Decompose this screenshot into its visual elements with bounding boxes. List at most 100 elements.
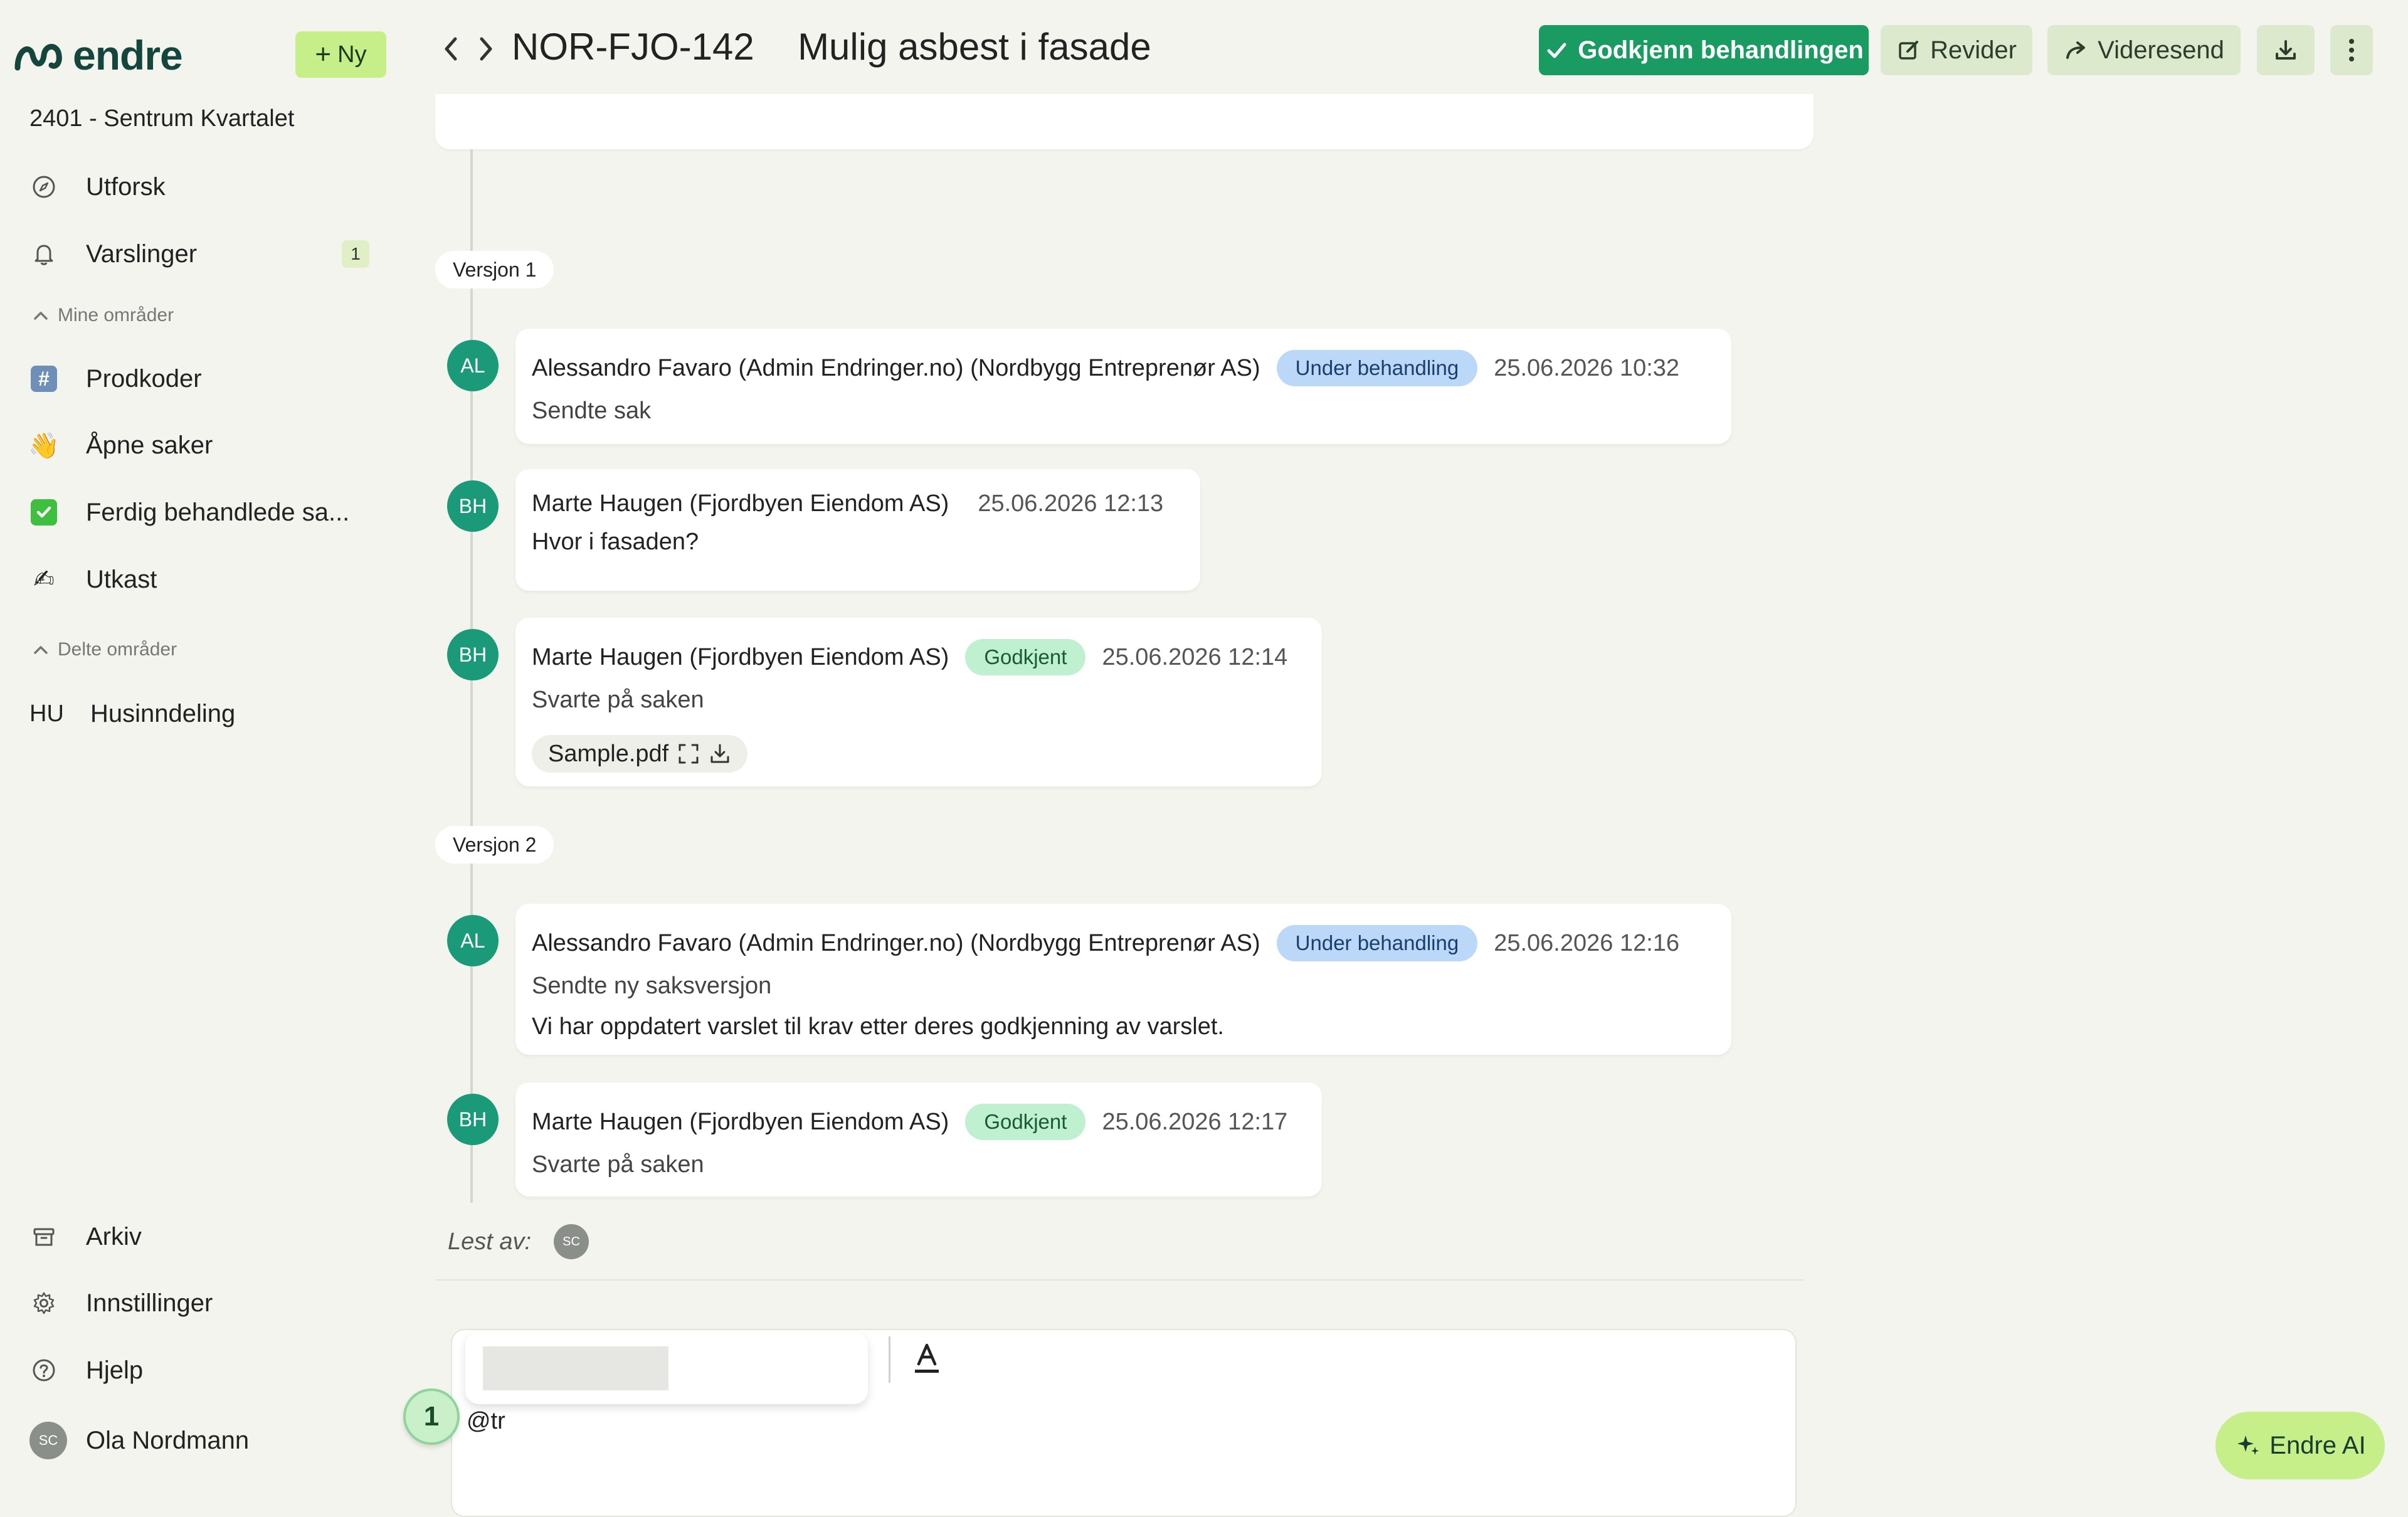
message-time: 25.06.2026 12:13	[978, 490, 1164, 517]
mention-suggestion-placeholder[interactable]	[483, 1346, 668, 1390]
endre-ai-button[interactable]: Endre AI	[2215, 1412, 2385, 1479]
attachment-chip[interactable]: Sample.pdf	[532, 735, 748, 773]
sidebar-item-settings[interactable]: Innstillinger	[29, 1278, 381, 1328]
message-subtitle: Sendte sak	[532, 398, 652, 424]
sidebar-item-explore[interactable]: Utforsk	[29, 162, 381, 212]
sidebar-item-completed-cases[interactable]: Ferdig behandlede sa...	[29, 487, 381, 537]
message-text: Hvor i fasaden?	[532, 529, 699, 555]
more-options-button[interactable]	[2330, 25, 2373, 75]
new-button[interactable]: + Ny	[295, 31, 386, 78]
chevron-up-icon	[34, 646, 48, 654]
read-by-label: Lest av:	[448, 1228, 532, 1255]
status-badge: Under behandling	[1276, 925, 1478, 961]
toolbar-separator	[889, 1336, 890, 1383]
attachment-name: Sample.pdf	[548, 740, 669, 767]
message-author: Marte Haugen (Fjordbyen Eiendom AS)	[532, 490, 949, 517]
version-label-1: Versjon 1	[435, 251, 554, 288]
back-arrow-icon[interactable]	[439, 30, 462, 76]
status-badge: Godkjent	[965, 1104, 1086, 1140]
check-box-icon	[29, 498, 58, 527]
forward-button[interactable]: Videresend	[2047, 25, 2241, 75]
brand-logo[interactable]: endre	[14, 31, 183, 79]
expand-icon[interactable]	[677, 743, 700, 765]
sidebar-item-archive[interactable]: Arkiv	[29, 1212, 381, 1262]
sidebar-user-profile[interactable]: SC Ola Nordmann	[29, 1415, 381, 1466]
section-label: Delte områder	[58, 639, 177, 660]
new-button-label: Ny	[337, 41, 367, 68]
timeline-message: Marte Haugen (Fjordbyen Eiendom AS) Godk…	[515, 618, 1322, 786]
download-icon	[2276, 40, 2296, 60]
section-my-areas[interactable]: Mine områder	[31, 305, 174, 326]
sidebar-item-label: Prodkoder	[86, 364, 202, 393]
sidebar-item-drafts[interactable]: ✍ Utkast	[29, 554, 381, 605]
compass-icon	[29, 172, 58, 201]
sidebar-item-label: Innstillinger	[86, 1289, 213, 1317]
writing-hand-icon: ✍	[33, 566, 55, 593]
kebab-menu-icon	[2349, 39, 2354, 61]
check-icon	[1547, 43, 1566, 58]
avatar: AL	[447, 915, 499, 966]
revise-button[interactable]: Revider	[1881, 25, 2032, 75]
endre-logo-icon	[14, 44, 62, 71]
edit-icon	[1899, 41, 1919, 60]
sidebar-item-husinndeling[interactable]: HU Husinndeling	[29, 689, 381, 739]
message-author: Alessandro Favaro (Admin Endringer.no) (…	[532, 929, 1260, 956]
composer-input[interactable]: @tr	[467, 1408, 505, 1435]
case-id: NOR-FJO-142	[512, 26, 754, 68]
gear-icon	[29, 1289, 58, 1318]
sidebar-item-notifications[interactable]: Varslinger	[29, 229, 381, 279]
sparkle-icon	[2237, 1435, 2259, 1455]
text-format-icon[interactable]	[911, 1339, 943, 1379]
read-by: Lest av: SC	[448, 1224, 589, 1259]
sidebar-item-label: Åpne saker	[86, 431, 213, 459]
message-time: 25.06.2026 12:14	[1102, 643, 1288, 670]
message-author: Marte Haugen (Fjordbyen Eiendom AS)	[532, 1108, 949, 1135]
sidebar-item-label: Ferdig behandlede sa...	[86, 498, 350, 526]
message-time: 25.06.2026 12:16	[1494, 929, 1680, 956]
message-text: Vi har oppdatert varslet til krav etter …	[532, 1013, 1224, 1040]
sidebar-item-prodkoder[interactable]: # Prodkoder	[29, 354, 381, 404]
sidebar-item-label: Hjelp	[86, 1356, 144, 1384]
bell-icon	[29, 240, 58, 268]
sidebar-item-label: Husinndeling	[90, 699, 236, 727]
hash-icon: #	[29, 364, 58, 393]
approve-button[interactable]: Godkjenn behandlingen	[1539, 25, 1869, 75]
status-badge: Godkjent	[965, 639, 1086, 675]
message-author: Marte Haugen (Fjordbyen Eiendom AS)	[532, 643, 949, 670]
version-label-2: Versjon 2	[435, 826, 554, 864]
previous-message-card	[435, 94, 1814, 149]
timeline-message: Marte Haugen (Fjordbyen Eiendom AS) Godk…	[515, 1082, 1322, 1197]
message-time: 25.06.2026 12:17	[1102, 1108, 1288, 1135]
forward-button-label: Videresend	[2098, 36, 2224, 64]
user-name: Ola Nordmann	[86, 1426, 250, 1454]
message-subtitle: Sendte ny saksversjon	[532, 973, 772, 999]
timeline-message: Alessandro Favaro (Admin Endringer.no) (…	[515, 904, 1731, 1055]
waving-hand-icon: 👋	[28, 431, 60, 460]
project-name[interactable]: 2401 - Sentrum Kvartalet	[29, 105, 294, 132]
timeline-message: Alessandro Favaro (Admin Endringer.no) (…	[515, 329, 1731, 444]
avatar: SC	[29, 1422, 67, 1459]
avatar: BH	[447, 1094, 499, 1145]
brand-name: endre	[73, 32, 183, 78]
case-title: Mulig asbest i fasade	[798, 26, 1151, 68]
avatar: BH	[447, 480, 499, 532]
plus-icon: +	[315, 39, 332, 70]
sidebar-item-open-cases[interactable]: 👋 Åpne saker	[28, 420, 381, 470]
status-badge: Under behandling	[1276, 350, 1478, 386]
forward-arrow-icon[interactable]	[475, 30, 498, 76]
avatar: BH	[447, 629, 499, 680]
sidebar-item-help[interactable]: Hjelp	[29, 1345, 381, 1395]
area-prefix: HU	[29, 700, 64, 727]
download-button[interactable]	[2257, 25, 2315, 75]
sidebar-item-label: Varslinger	[86, 240, 198, 268]
step-indicator-badge: 1	[403, 1388, 460, 1445]
avatar[interactable]: SC	[554, 1224, 589, 1259]
section-label: Mine områder	[58, 305, 174, 325]
sidebar-item-label: Utforsk	[86, 172, 166, 201]
help-circle-icon	[29, 1356, 58, 1385]
download-icon[interactable]	[709, 743, 731, 765]
page-title: NOR-FJO-142 Mulig asbest i fasade	[512, 25, 1151, 68]
section-shared-areas[interactable]: Delte områder	[31, 639, 177, 660]
message-subtitle: Svarte på saken	[532, 1151, 704, 1178]
message-subtitle: Svarte på saken	[532, 687, 704, 713]
